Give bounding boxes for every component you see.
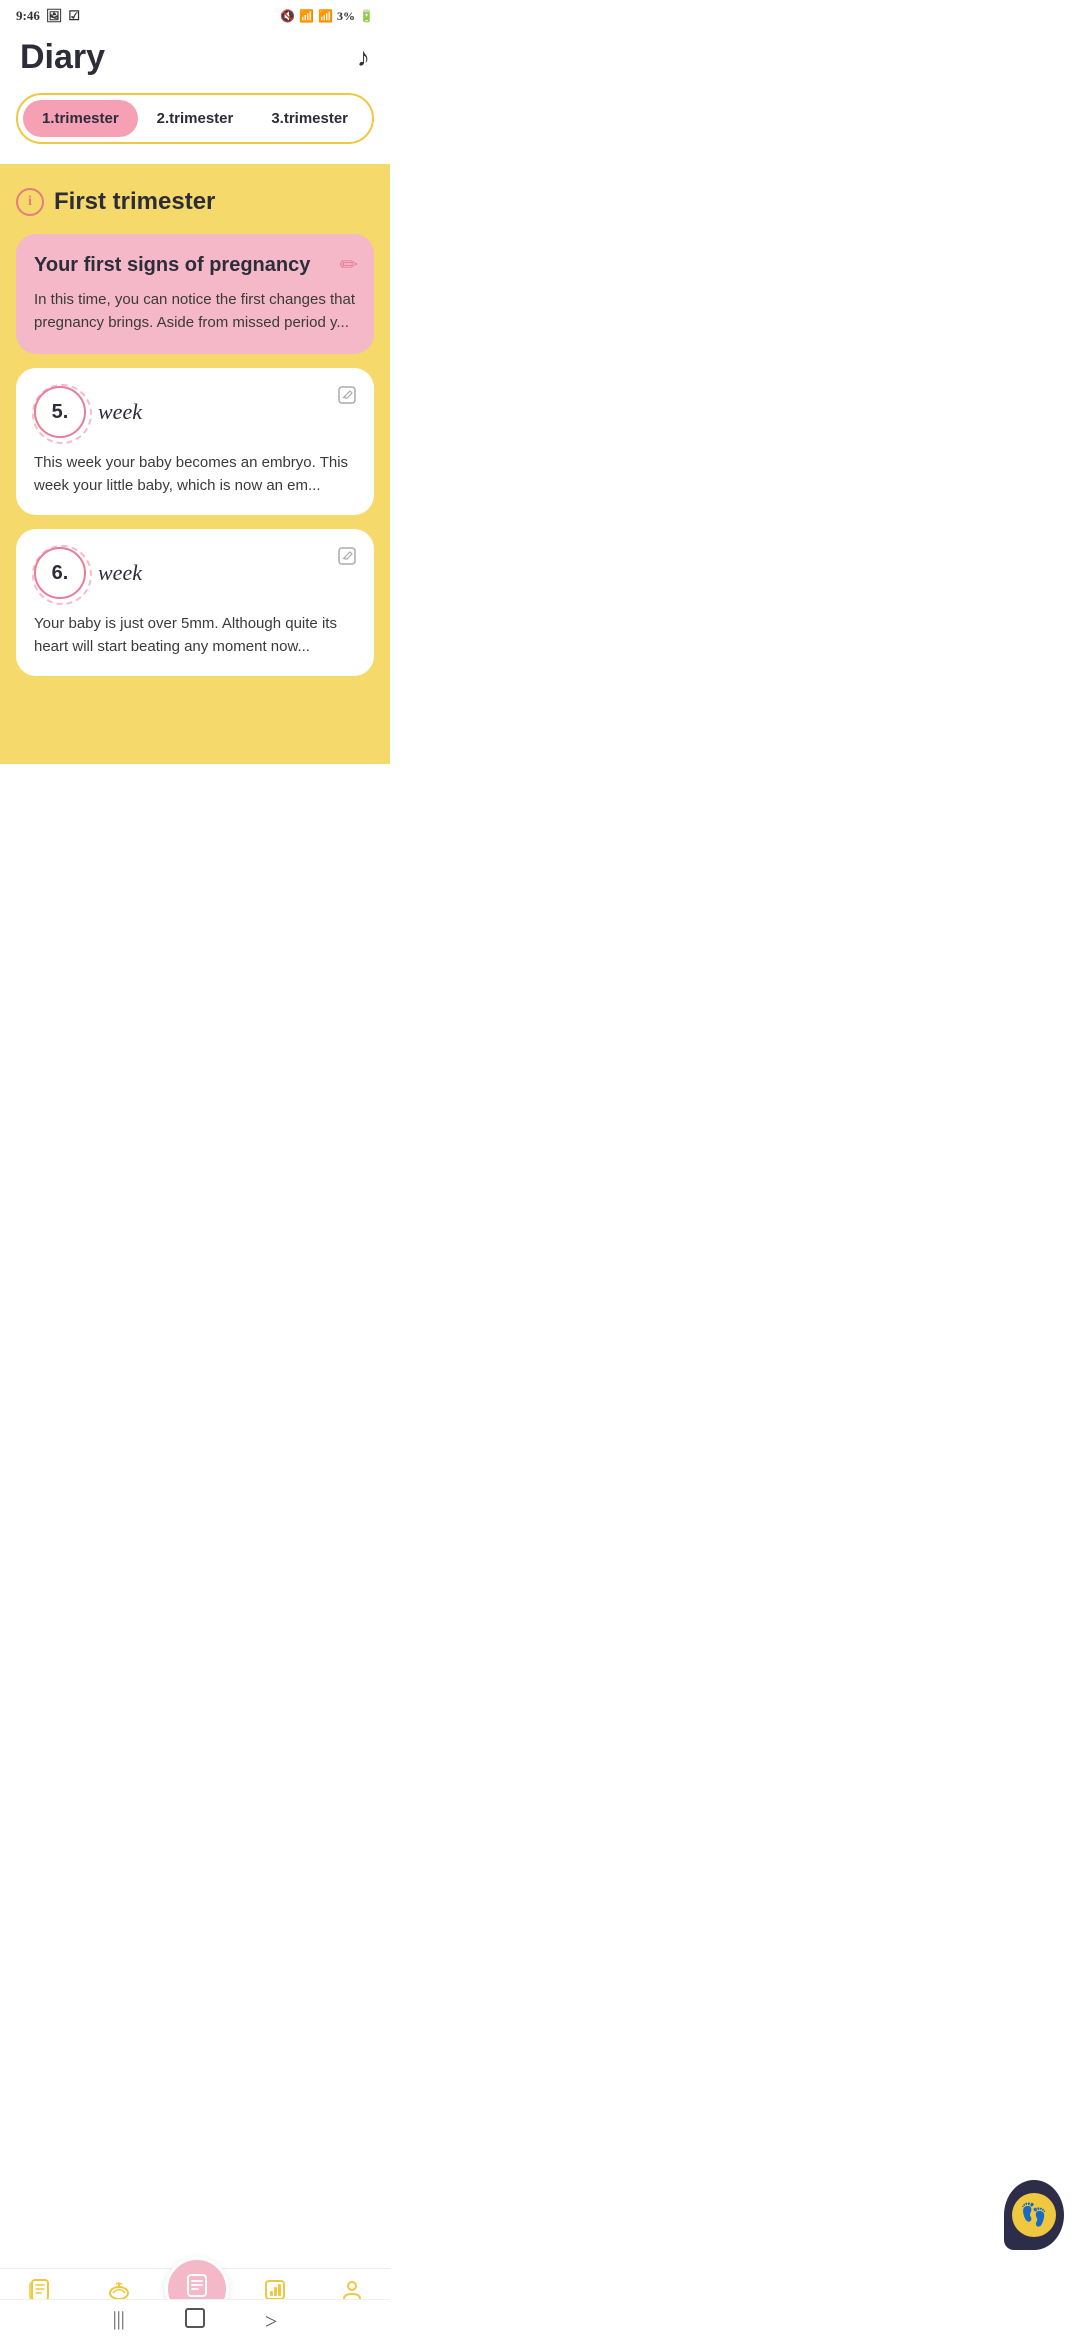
week-6-label: week xyxy=(98,560,142,586)
week-5-card: 5. week This week your baby becomes an e… xyxy=(16,368,374,515)
signal-icon: 📶 xyxy=(318,9,333,24)
baby-icon: 👣 xyxy=(1012,2193,1056,2237)
section-title-text: First trimester xyxy=(54,188,215,216)
header: Diary ♪ xyxy=(0,28,390,93)
music-icon[interactable]: ♪ xyxy=(357,43,370,73)
pink-card-title: Your first signs of pregnancy xyxy=(34,254,356,277)
week-5-number: 5. xyxy=(52,401,69,424)
floating-baby-button[interactable]: 👣 xyxy=(1004,2180,1064,2250)
android-back[interactable]: < xyxy=(265,2308,277,2334)
week-6-text: Your baby is just over 5mm. Although qui… xyxy=(34,613,356,658)
tab-3-trimester[interactable]: 3.trimester xyxy=(252,100,367,137)
yellow-section: i First trimester Your first signs of pr… xyxy=(0,164,390,764)
photo-icon: 🖼 xyxy=(46,8,63,24)
trimester-tabs: 1.trimester 2.trimester 3.trimester xyxy=(16,93,374,144)
week-6-card: 6. week Your baby is just over 5mm. Alth… xyxy=(16,529,374,676)
week-5-label: week xyxy=(98,399,142,425)
week-6-number: 6. xyxy=(52,562,69,585)
checkbox-icon: ☑ xyxy=(68,8,80,24)
week-5-circle: 5. xyxy=(34,386,86,438)
week-5-edit-icon[interactable] xyxy=(336,384,358,412)
android-nav: ||| < xyxy=(0,2299,390,2340)
pink-card-pregnancy-signs: Your first signs of pregnancy ✏ In this … xyxy=(16,234,374,354)
week-6-circle: 6. xyxy=(34,547,86,599)
wifi-icon: 📶 xyxy=(299,9,314,24)
section-title-row: i First trimester xyxy=(16,188,374,216)
week-6-edit-icon[interactable] xyxy=(336,545,358,573)
status-right: 🔇 📶 📶 3% 🔋 xyxy=(280,9,374,24)
info-icon: i xyxy=(16,188,44,216)
page-title: Diary xyxy=(20,38,105,77)
tab-2-trimester[interactable]: 2.trimester xyxy=(138,100,253,137)
week-5-header: 5. week xyxy=(34,386,356,438)
week-5-text: This week your baby becomes an embryo. T… xyxy=(34,452,356,497)
status-bar: 9:46 🖼 ☑ 🔇 📶 📶 3% 🔋 xyxy=(0,0,390,28)
mute-icon: 🔇 xyxy=(280,9,295,24)
week-6-header: 6. week xyxy=(34,547,356,599)
main-content: i First trimester Your first signs of pr… xyxy=(0,164,390,904)
tab-1-trimester[interactable]: 1.trimester xyxy=(23,100,138,137)
battery-level: 3% xyxy=(337,9,355,24)
battery-icon: 🔋 xyxy=(359,9,374,24)
status-left: 9:46 🖼 ☑ xyxy=(16,8,80,24)
pink-card-text: In this time, you can notice the first c… xyxy=(34,289,356,334)
android-home[interactable] xyxy=(185,2308,205,2328)
time: 9:46 xyxy=(16,8,40,24)
pink-card-edit-icon[interactable]: ✏ xyxy=(340,252,358,278)
android-recent[interactable]: ||| xyxy=(113,2308,125,2334)
